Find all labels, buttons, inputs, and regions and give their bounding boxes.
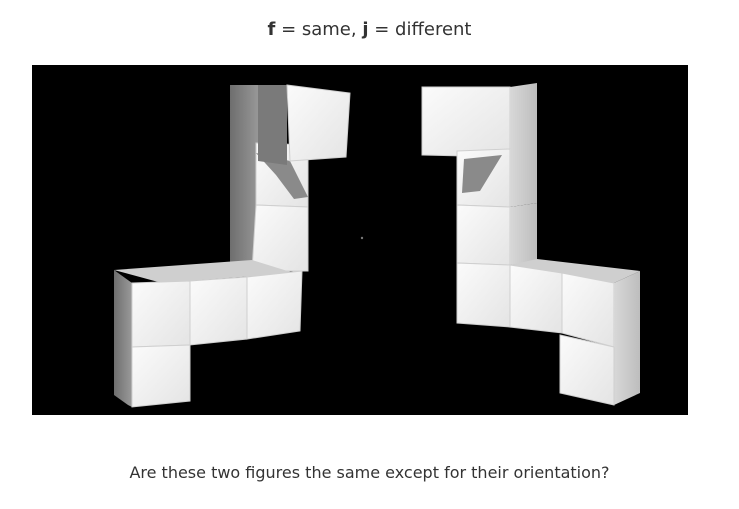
right-cube-column-2 <box>456 204 511 266</box>
left-cube-bar-1 <box>131 280 191 348</box>
left-top-cube <box>286 84 351 162</box>
trial-question: Are these two figures the same except fo… <box>129 463 610 482</box>
left-top-cube-side <box>258 85 287 165</box>
right-figure <box>421 83 640 406</box>
stimulus-canvas <box>114 83 640 408</box>
right-column-side-2 <box>510 203 537 265</box>
left-cube-column-2 <box>251 204 309 272</box>
different-key-label: = different <box>368 19 472 40</box>
right-bar-side <box>614 271 640 405</box>
right-column-side-1 <box>510 145 537 207</box>
right-cube-bottom <box>559 334 615 406</box>
left-cube-bottom <box>131 344 191 408</box>
right-cube-bar-1 <box>456 262 511 328</box>
right-cube-bar-3 <box>561 272 615 348</box>
response-key-instructions: f = same, j = different <box>0 18 739 42</box>
fixation-point <box>360 236 364 240</box>
right-top-cube <box>421 86 511 158</box>
left-figure <box>114 84 351 408</box>
left-cube-bar-2 <box>189 276 248 346</box>
mental-rotation-stimulus <box>32 65 688 415</box>
left-bar-side <box>114 270 132 407</box>
right-cube-bar-2 <box>509 264 563 334</box>
left-cube-bar-3 <box>246 270 303 340</box>
same-key-label: = same, <box>275 19 363 40</box>
